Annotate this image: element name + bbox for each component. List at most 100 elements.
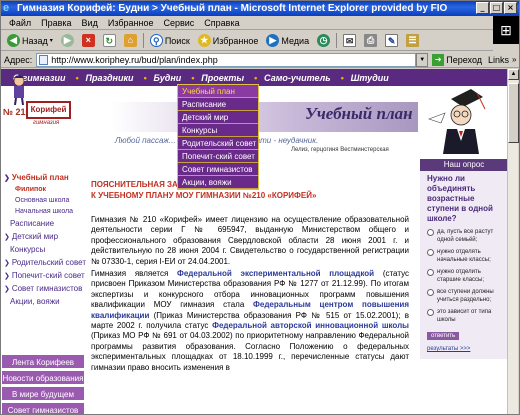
media-button[interactable]: ▶ Медиа [262,32,313,50]
vertical-scrollbar[interactable]: ▲ [507,69,519,414]
toolbar: ◀ Назад ▾ ▶ × ↻ ⌂ ⚲ Поиск ★ Избранное ▶ Медиа… [1,31,493,51]
menu-help[interactable]: Справка [199,16,244,29]
toolbar-separator [336,33,338,48]
search-icon: ⚲ [149,34,163,47]
dropdown-item-kids-world[interactable]: Детский мир [178,111,258,124]
stop-icon: × [81,34,95,47]
logo-subtitle: гимназия [33,120,60,126]
menu-edit[interactable]: Правка [36,16,76,29]
page-title: Учебный план [305,104,413,123]
radio-button[interactable] [427,229,434,236]
sidebar-item-kids-world[interactable]: Детский мир [1,230,83,243]
refresh-button[interactable]: ↻ [99,32,120,50]
links-chevron-icon[interactable]: » [512,55,516,64]
search-button[interactable]: ⚲ Поиск [146,32,194,50]
menu-tools[interactable]: Сервис [158,16,199,29]
star-icon: ★ [197,34,211,47]
mail-icon: ✉ [343,34,357,47]
links-button[interactable]: Links [488,55,509,65]
dropdown-item-student-council[interactable]: Совет гимназистов [178,163,258,176]
weekdays-dropdown-menu: Учебный план Расписание Детский мир Конк… [177,84,259,190]
close-button[interactable]: × [504,2,517,14]
dropdown-item-trustee-council[interactable]: Попечит-ский совет [178,150,258,163]
refresh-icon: ↻ [102,34,116,47]
discuss-button[interactable]: ☰ [402,32,423,50]
sidebar-item-contests[interactable]: Конкурсы [1,243,83,256]
address-dropdown[interactable]: ▼ [416,52,429,67]
dropdown-item-trips[interactable]: Акции, вояжи [178,176,258,189]
link-federal-author-school[interactable]: Федеральной авторской инновационной школ… [212,321,409,330]
sidebar-item-main-school[interactable]: Основная школа [1,195,83,206]
sidebar-item-filipok[interactable]: Филипок [1,184,83,195]
poll-vote-button[interactable]: ответить [427,332,460,340]
poll-results-link[interactable]: результаты >>> [427,346,505,352]
content-paragraph-license: Гимназия № 210 «Корифей» имеет лицензию … [91,215,409,266]
minimize-button[interactable]: _ [476,2,489,14]
promo-button-education-news[interactable]: Новости образования [1,370,85,385]
poll-option[interactable]: все ступени должны учиться раздельно; [427,288,505,304]
radio-button[interactable] [427,249,434,256]
address-bar: Адрес: http://www.koriphey.ru/bud/plan/i… [1,52,519,68]
sidebar-item-trips[interactable]: Акции, вояжи [1,295,83,308]
scroll-thumb[interactable] [508,83,519,143]
dropdown-item-contests[interactable]: Конкурсы [178,124,258,137]
dropdown-item-schedule[interactable]: Расписание [178,98,258,111]
browser-window: e Гимназия Корифей: Будни > Учебный план… [0,0,520,415]
history-icon: ◷ [317,34,331,47]
menu-file[interactable]: Файл [4,16,36,29]
edit-button[interactable]: ✎ [381,32,402,50]
favorites-button[interactable]: ★ Избранное [194,32,263,50]
poll-option[interactable]: нужно отделять начальные классы; [427,248,505,264]
sidebar-item-primary-school[interactable]: Начальная школа [1,206,83,217]
window-title: Гимназия Корифей: Будни > Учебный план -… [17,3,448,14]
nav-studies[interactable]: Штудии [339,73,397,83]
dropdown-item-curriculum[interactable]: Учебный план [178,85,258,98]
nav-holidays[interactable]: Праздники [74,73,142,83]
poll-widget: Наш опрос Нужно ли объединять возрастные… [420,159,508,359]
ie-icon: e [3,2,10,14]
sidebar-item-schedule[interactable]: Расписание [1,217,83,230]
forward-button[interactable]: ▶ [57,32,78,50]
menu-view[interactable]: Вид [77,16,103,29]
scroll-up-button[interactable]: ▲ [508,69,519,80]
sidebar-item-student-council[interactable]: Совет гимназистов [1,282,83,295]
home-button[interactable]: ⌂ [120,32,141,50]
menu-favorites[interactable]: Избранное [103,16,159,29]
sidebar-item-curriculum[interactable]: Учебный план [1,171,83,184]
maximize-button[interactable]: □ [490,2,503,14]
back-button[interactable]: ◀ Назад ▾ [3,32,57,50]
edit-icon: ✎ [385,34,399,47]
address-label: Адрес: [4,54,33,65]
radio-button[interactable] [427,269,434,276]
poll-option[interactable]: нужно отделить старшие классы; [427,268,505,284]
radio-button[interactable] [427,309,434,316]
sidebar-item-parent-council[interactable]: Родительский совет [1,256,86,269]
nav-self-teacher[interactable]: Само-учитель [252,73,339,83]
menu-bar: Файл Правка Вид Избранное Сервис Справка [1,16,519,30]
go-button[interactable]: ➜ Переход [432,53,482,66]
stop-button[interactable]: × [78,32,99,50]
discuss-icon: ☰ [406,34,420,47]
promo-button-future-world[interactable]: В мире будущем [1,386,85,401]
poll-question: Нужно ли объединять возрастные ступени в… [427,174,493,223]
radio-button[interactable] [427,289,434,296]
logo-name: Корифей [26,101,71,119]
sidebar-item-trustee-council[interactable]: Попечит-ский совет [1,269,85,282]
poll-option[interactable]: это зависит от типа школы [427,308,505,324]
main-content: ПОЯСНИТЕЛЬНАЯ ЗАПИСКА К УЧЕБНОМУ ПЛАНУ М… [91,179,409,373]
poll-option[interactable]: да, пусть все растут одной семьёй; [427,228,505,244]
site-logo[interactable]: № 210 Корифей гимназия [3,75,73,137]
link-federal-experimental[interactable]: Федеральной экспериментальной площадкой [177,269,374,278]
dropdown-item-parent-council[interactable]: Родительский совет [178,137,258,150]
print-button[interactable]: ⎙ [360,32,381,50]
nav-weekdays[interactable]: Будни [142,73,190,83]
address-input[interactable]: http://www.koriphey.ru/bud/plan/index.ph… [36,52,417,67]
promo-button-koriphey-feed[interactable]: Лента Корифеев [1,354,85,369]
mail-button[interactable]: ✉ [339,32,360,50]
promo-button-student-council[interactable]: Совет гимназистов [1,402,85,414]
history-button[interactable]: ◷ [313,32,334,50]
print-icon: ⎙ [364,34,378,47]
go-arrow-icon: ➜ [432,53,445,66]
page-viewport: О гимназии Праздники Будни Проекты Само-… [1,69,508,414]
nav-projects[interactable]: Проекты [189,73,252,83]
